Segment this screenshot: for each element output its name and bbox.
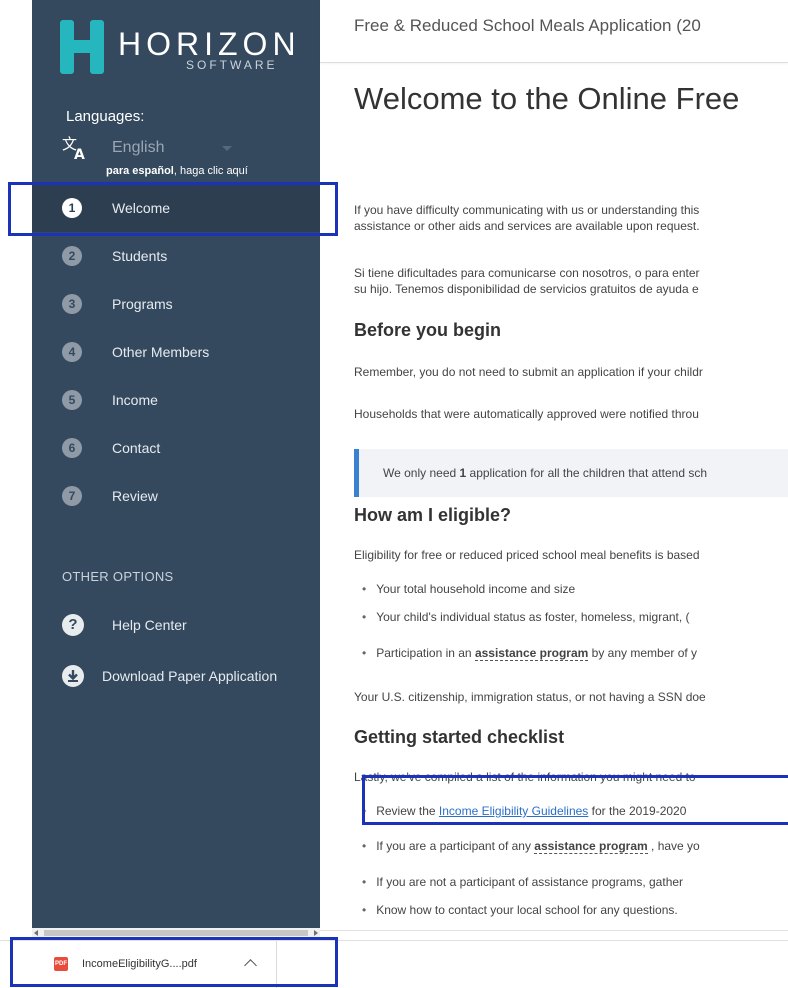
step-students[interactable]: 2 Students xyxy=(32,232,320,280)
checklist-text-post: for the 2019-2020 xyxy=(588,804,687,818)
step-number-badge: 7 xyxy=(62,486,82,506)
chevron-up-icon[interactable] xyxy=(244,959,257,972)
bullet-text-post: by any member of y xyxy=(588,646,698,660)
step-label: Income xyxy=(112,392,158,408)
step-number-badge: 1 xyxy=(62,198,82,218)
checklist-item: If you are a participant of any assistan… xyxy=(362,839,700,854)
step-label: Contact xyxy=(112,440,161,456)
step-number-badge: 2 xyxy=(62,246,82,266)
language-selected: English xyxy=(112,139,165,156)
help-center-label: Help Center xyxy=(112,617,187,633)
step-list: 1 Welcome 2 Students 3 Programs 4 Other … xyxy=(32,184,320,520)
translate-icon: 文 A xyxy=(62,135,85,161)
download-paper-label: Download Paper Application xyxy=(102,668,278,684)
logo-subtitle: SOFTWARE xyxy=(186,58,278,72)
browser-download-bar: PDF IncomeEligibilityG....pdf xyxy=(0,940,788,988)
sidebar: HORIZON SOFTWARE Languages: 文 A English … xyxy=(32,0,320,928)
horizon-logo-icon xyxy=(60,20,104,74)
sidebar-horizontal-scrollbar[interactable] xyxy=(32,928,320,938)
intro-english-line-1: If you have difficulty communicating wit… xyxy=(354,203,700,217)
languages-label: Languages: xyxy=(66,108,145,125)
step-label: Students xyxy=(112,248,168,264)
step-label: Welcome xyxy=(112,200,171,216)
downloaded-file-item[interactable]: PDF IncomeEligibilityG....pdf xyxy=(40,941,277,988)
eligibility-bullet: Participation in an assistance program b… xyxy=(362,646,698,661)
assistance-program-term[interactable]: assistance program xyxy=(474,646,589,661)
scroll-left-arrow-icon[interactable] xyxy=(34,930,38,936)
help-circle-icon: ? xyxy=(62,614,84,636)
content-divider xyxy=(320,930,788,931)
step-number-badge: 5 xyxy=(62,390,82,410)
spanish-link-rest: , haga clic aquí xyxy=(173,165,248,177)
main-content: Welcome to the Online Free If you have d… xyxy=(320,63,788,931)
page-title: Welcome to the Online Free xyxy=(354,81,740,116)
callout-text-after: application for all the children that at… xyxy=(466,466,708,480)
getting-started-heading: Getting started checklist xyxy=(354,727,565,747)
step-review[interactable]: 7 Review xyxy=(32,472,320,520)
step-programs[interactable]: 3 Programs xyxy=(32,280,320,328)
downloaded-file-name: IncomeEligibilityG....pdf xyxy=(82,958,197,970)
step-number-badge: 4 xyxy=(62,342,82,362)
step-income[interactable]: 5 Income xyxy=(32,376,320,424)
spanish-link-bold: para español xyxy=(106,165,174,177)
how-eligible-heading: How am I eligible? xyxy=(354,505,512,525)
language-selector[interactable]: 文 A English xyxy=(62,135,262,163)
intro-spanish-line-2: su hijo. Tenemos disponibilidad de servi… xyxy=(354,282,699,296)
horizon-logo[interactable]: HORIZON SOFTWARE xyxy=(60,20,300,76)
application-title: Free & Reduced School Meals Application … xyxy=(354,16,701,35)
bullet-text-pre: Participation in an xyxy=(376,646,475,660)
download-paper-application-link[interactable]: Download Paper Application xyxy=(62,665,320,691)
step-label: Programs xyxy=(112,296,173,312)
scroll-right-arrow-icon[interactable] xyxy=(314,930,318,936)
other-options-heading: OTHER OPTIONS xyxy=(62,569,174,584)
step-number-badge: 3 xyxy=(62,294,82,314)
before-you-begin-heading: Before you begin xyxy=(354,320,502,340)
spanish-link[interactable]: para español, haga clic aquí xyxy=(106,165,248,177)
checklist-item: Review the Income Eligibility Guidelines… xyxy=(362,804,686,818)
step-label: Other Members xyxy=(112,344,210,360)
step-other-members[interactable]: 4 Other Members xyxy=(32,328,320,376)
pdf-file-icon: PDF xyxy=(54,957,68,971)
callout-text-before: We only need xyxy=(383,466,460,480)
assistance-program-term[interactable]: assistance program xyxy=(534,839,648,854)
info-callout: We only need 1 application for all the c… xyxy=(354,449,788,497)
left-gutter xyxy=(0,0,32,987)
svg-text:A: A xyxy=(74,147,85,161)
checklist-item: Know how to contact your local school fo… xyxy=(362,903,678,917)
before-paragraph-1: Remember, you do not need to submit an a… xyxy=(354,365,703,379)
step-welcome[interactable]: 1 Welcome xyxy=(32,184,320,232)
eligibility-paragraph: Eligibility for free or reduced priced s… xyxy=(354,548,700,562)
step-contact[interactable]: 6 Contact xyxy=(32,424,320,472)
checklist-text-pre: If you are a participant of any xyxy=(376,839,535,853)
checklist-text-post: , have yo xyxy=(647,839,700,853)
intro-spanish-line-1: Si tiene dificultades para comunicarse c… xyxy=(354,266,700,280)
caret-down-icon xyxy=(222,146,232,151)
top-bar: Free & Reduced School Meals Application … xyxy=(320,0,788,63)
step-number-badge: 6 xyxy=(62,438,82,458)
citizenship-paragraph: Your U.S. citizenship, immigration statu… xyxy=(354,690,706,704)
before-paragraph-2: Households that were automatically appro… xyxy=(354,407,699,421)
eligibility-bullet: Your total household income and size xyxy=(362,582,575,596)
callout-text: We only need 1 application for all the c… xyxy=(383,466,707,480)
intro-english-line-2: assistance or other aids and services ar… xyxy=(354,219,700,233)
step-label: Review xyxy=(112,488,158,504)
help-center-link[interactable]: ? Help Center xyxy=(62,614,320,640)
income-eligibility-guidelines-link[interactable]: Income Eligibility Guidelines xyxy=(439,804,588,818)
checklist-text-pre: Review the xyxy=(376,804,439,818)
scrollbar-thumb[interactable] xyxy=(44,930,308,936)
checklist-paragraph: Lastly, we've compiled a list of the inf… xyxy=(354,770,696,784)
checklist-item: If you are not a participant of assistan… xyxy=(362,875,683,889)
eligibility-bullet: Your child's individual status as foster… xyxy=(362,610,689,624)
download-circle-icon xyxy=(62,665,84,687)
